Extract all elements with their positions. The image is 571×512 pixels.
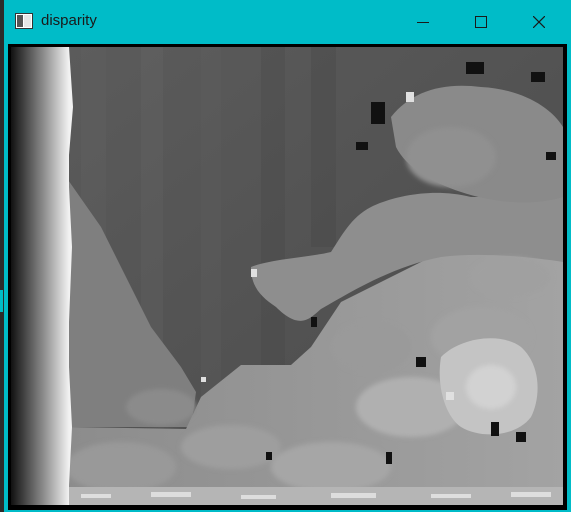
close-button[interactable] — [510, 0, 568, 44]
minimize-icon — [417, 22, 429, 23]
app-icon — [15, 13, 33, 29]
image-canvas — [8, 44, 567, 510]
close-icon — [533, 16, 545, 28]
maximize-button[interactable] — [452, 0, 510, 44]
disparity-window: disparity — [4, 0, 571, 512]
window-title: disparity — [41, 12, 97, 29]
minimize-button[interactable] — [394, 0, 452, 44]
window-edge — [0, 290, 3, 312]
title-bar[interactable]: disparity — [4, 0, 571, 44]
disparity-image — [11, 47, 563, 505]
maximize-icon — [475, 16, 487, 28]
